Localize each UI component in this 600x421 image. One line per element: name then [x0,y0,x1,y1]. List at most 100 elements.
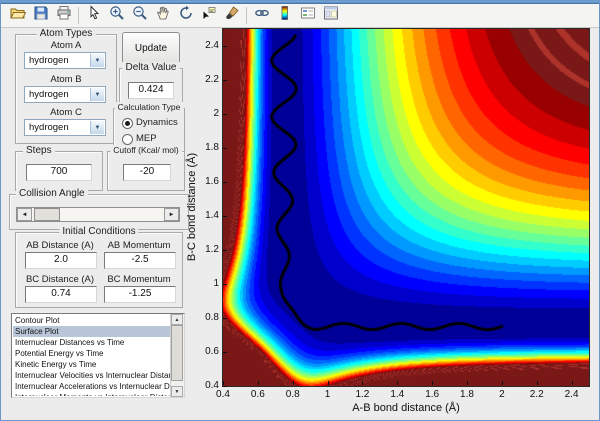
list-item[interactable]: Internuclear Accelerations vs Internucle… [13,381,170,392]
zoom-out-button[interactable] [128,4,151,27]
slider-right-arrow[interactable]: ► [164,208,179,221]
chevron-down-icon[interactable]: ▼ [90,88,104,101]
scroll-up-icon[interactable]: ▲ [171,314,183,325]
y-tick-label: 0.4 [205,380,219,391]
ab-momentum-label: AB Momentum [107,240,171,251]
steps-title: Steps [23,145,55,156]
x-tick-mark [327,381,329,385]
atom-b-select[interactable]: hydrogen ▼ [24,86,106,103]
ab-momentum-input[interactable]: -2.5 [104,252,176,269]
x-tick-label: 2 [499,389,505,400]
x-tick-mark [432,381,434,385]
y-tick-label: 1 [213,278,219,289]
edit-plot-button[interactable] [82,4,105,27]
print-button[interactable] [52,4,75,27]
zoom-out-icon [132,5,148,26]
x-tick-label: 1 [324,389,331,400]
bc-distance-label: BC Distance (A) [25,274,95,285]
open-button[interactable] [6,4,29,27]
bc-distance-input[interactable]: 0.74 [25,286,97,303]
scroll-down-icon[interactable]: ▼ [171,386,183,397]
list-item[interactable]: Internuclear Momenta vs Internuclear Dis… [13,392,170,396]
y-tick-label: 1.6 [205,176,219,187]
y-tick-mark [223,182,227,183]
x-tick-mark [362,381,364,385]
insert-colorbar-button[interactable] [273,4,296,27]
legend-icon [300,5,316,26]
x-tick-label: 0.8 [285,389,300,400]
cutoff-title: Cutoff (Kcal/ mol) [110,145,182,155]
link-plots-button[interactable] [250,4,273,27]
x-tick-mark [571,381,573,385]
rotate-3d-button[interactable] [174,4,197,27]
delta-value-input[interactable]: 0.424 [128,82,174,99]
x-axis-label: A-B bond distance (Å) [352,402,460,414]
colorbar-icon [277,5,293,26]
list-item[interactable]: Potential Energy vs Time [13,348,170,359]
atom-types-title: Atom Types [36,28,96,39]
save-button[interactable] [29,4,52,27]
steps-input[interactable]: 700 [26,164,92,181]
radio-dynamics[interactable] [122,118,133,129]
data-cursor-button[interactable] [197,4,220,27]
plot-tools-button[interactable] [319,4,342,27]
x-tick-mark [536,381,538,385]
pes-contour-plot[interactable] [223,29,589,386]
y-tick-label: 1.4 [205,210,219,221]
bc-momentum-input[interactable]: -1.25 [104,286,176,303]
brush-button[interactable] [220,4,243,27]
figure-window: Atom Types Atom A hydrogen ▼ Atom B hydr… [0,0,600,421]
hand-icon [155,5,171,26]
chevron-down-icon[interactable]: ▼ [90,54,104,67]
scrollbar-thumb[interactable] [171,325,183,381]
collision-angle-title: Collision Angle [16,188,88,199]
cutoff-input[interactable]: -20 [123,164,171,181]
plot-type-listbox[interactable]: Contour Plot Surface Plot Internuclear Dis… [11,313,185,398]
delta-value-title: Delta Value [122,62,180,73]
y-axis-label: B-C bond distance (Å) [186,152,198,262]
list-item[interactable]: Internuclear Velocities vs Internuclear … [13,370,170,381]
insert-legend-button[interactable] [296,4,319,27]
steps-panel: Steps 700 [15,145,103,191]
y-tick-mark [223,284,227,285]
y-tick-label: 0.8 [205,312,219,323]
floppy-disk-icon [33,5,49,26]
x-tick-label: 0.6 [250,389,265,400]
y-tick-mark [223,352,227,353]
axes-box [222,28,590,387]
update-button[interactable]: Update [122,32,180,64]
atom-c-label: Atom C [50,107,82,118]
printer-icon [56,5,72,26]
atom-a-select[interactable]: hydrogen ▼ [24,52,106,69]
open-folder-icon [9,5,26,26]
plot-tools-icon [323,5,339,26]
pan-button[interactable] [151,4,174,27]
list-item[interactable]: Contour Plot [13,315,170,326]
list-item[interactable]: Kinetic Energy vs Time [13,359,170,370]
data-cursor-icon [201,5,217,26]
atom-c-select[interactable]: hydrogen ▼ [24,119,106,136]
y-tick-label: 2 [213,108,219,119]
listbox-scrollbar[interactable]: ▲ ▼ [170,314,184,397]
collision-angle-slider[interactable]: ◄ ► [16,207,180,222]
x-tick-label: 1.4 [390,389,405,400]
rotate-3d-icon [178,5,194,26]
chevron-down-icon[interactable]: ▼ [90,121,104,134]
figure-toolbar [1,4,599,28]
slider-left-arrow[interactable]: ◄ [17,208,32,221]
slider-thumb[interactable] [34,208,60,221]
list-item[interactable]: Surface Plot [13,326,170,337]
plot-type-list: Contour Plot Surface Plot Internuclear Dis… [13,315,170,396]
x-tick-label: 2.4 [564,389,579,400]
atom-b-value: hydrogen [29,89,69,100]
ab-distance-label: AB Distance (A) [26,240,94,251]
radio-mep[interactable] [122,134,133,145]
list-item[interactable]: Internuclear Distances vs Time [13,337,170,348]
initial-conditions-panel: Initial Conditions AB Distance (A) 2.0 A… [15,226,183,308]
atom-a-value: hydrogen [29,55,69,66]
zoom-in-button[interactable] [105,4,128,27]
zoom-in-icon [109,5,125,26]
ab-distance-input[interactable]: 2.0 [25,252,97,269]
cutoff-panel: Cutoff (Kcal/ mol) -20 [107,145,185,191]
y-tick-label: 1.8 [205,142,219,153]
